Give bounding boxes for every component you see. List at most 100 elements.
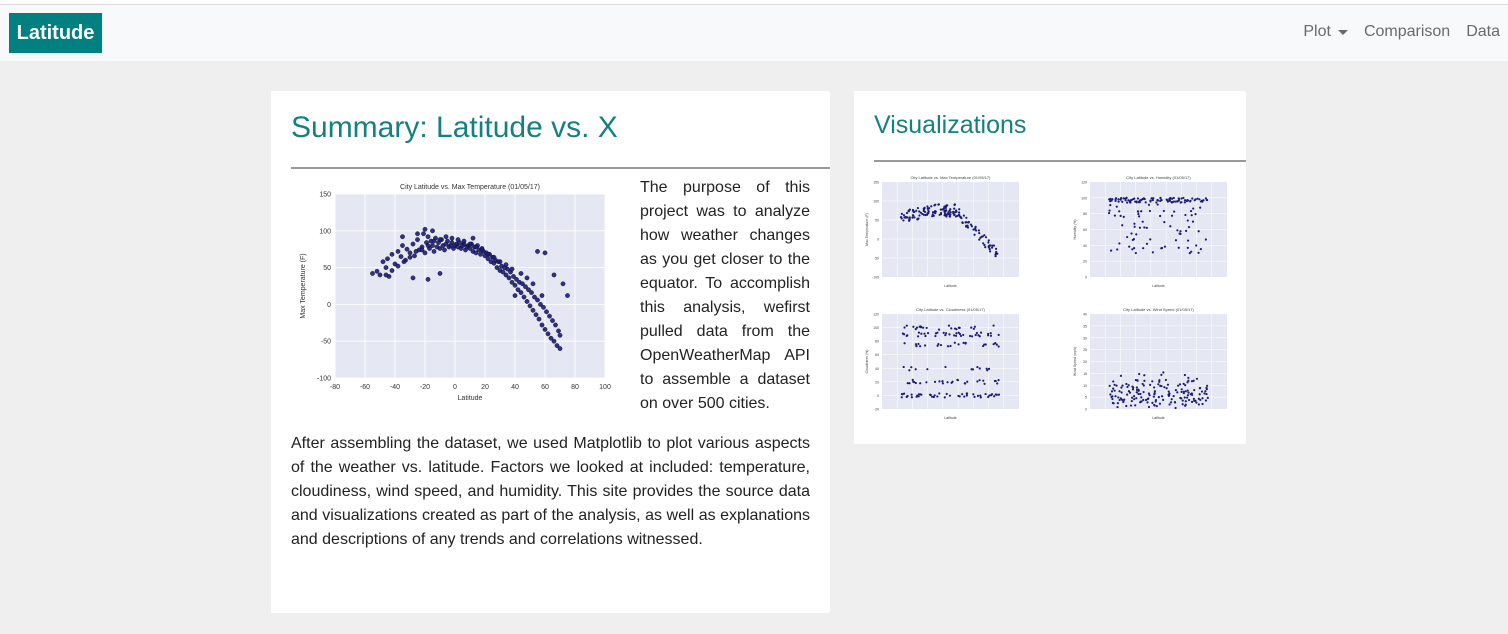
chart-data-point: [512, 282, 518, 288]
thumbnail-y-tick-label: 40: [1083, 244, 1087, 248]
thumbnail-data-point: [1186, 219, 1189, 222]
thumbnail-data-point: [931, 213, 934, 216]
thumbnail-data-point: [1184, 403, 1187, 406]
thumbnail-data-point: [914, 343, 918, 346]
thumbnail-data-point: [1121, 200, 1124, 203]
thumbnail-y-tick-label: 20: [875, 380, 879, 384]
chart-data-point: [437, 237, 443, 242]
thumbnail-data-point: [1163, 221, 1166, 224]
thumbnail-data-point: [974, 333, 977, 337]
chart-data-point: [529, 290, 534, 295]
thumbnail-x-axis-label: Latitude: [944, 284, 957, 288]
thumbnail-data-point: [910, 396, 913, 399]
thumbnail-data-point: [1201, 402, 1204, 406]
thumbnail-data-point: [1135, 391, 1138, 394]
thumbnail-data-point: [1168, 392, 1171, 395]
thumbnail-data-point: [942, 331, 945, 334]
thumbnail-data-point: [1186, 246, 1189, 249]
thumbnail-title: City Latitude vs. Wind Speed (01/05/17): [1123, 307, 1194, 312]
thumbnail-data-point: [1140, 396, 1143, 399]
thumbnail-data-point: [1134, 251, 1137, 255]
thumbnail-data-point: [1122, 400, 1125, 403]
thumbnail-data-point: [953, 213, 956, 216]
thumbnail-data-point: [900, 396, 903, 399]
thumbnail-data-point: [1181, 403, 1184, 406]
thumbnail-data-point: [1183, 201, 1186, 204]
nav-data-link[interactable]: Data: [1466, 23, 1500, 41]
thumbnail-data-point: [1168, 403, 1171, 406]
thumbnail-data-point: [1197, 251, 1200, 254]
thumbnail-data-point: [1204, 238, 1207, 241]
thumbnail-data-point: [1186, 239, 1190, 242]
thumbnail-data-point: [923, 210, 927, 214]
thumbnail-data-point: [1110, 395, 1113, 399]
thumbnail-data-point: [1206, 396, 1209, 399]
thumbnail-data-point: [965, 224, 968, 227]
thumbnail-data-point: [943, 396, 946, 399]
thumbnail-data-point: [1149, 383, 1152, 386]
thumbnail-data-point: [977, 229, 981, 232]
thumbnail-data-point: [1111, 198, 1114, 201]
thumbnail-data-point: [903, 342, 906, 345]
thumbnail-data-point: [1119, 374, 1123, 377]
thumbnail-data-point: [991, 244, 994, 247]
thumbnail-data-point: [1167, 394, 1171, 397]
thumbnail-data-point: [1109, 393, 1112, 396]
chart-data-point: [512, 293, 518, 298]
thumbnail-cloudiness: 120 100 80 60 40 20 0 -20 City Latitude vs. Clou…: [865, 307, 1019, 420]
thumbnail-data-point: [908, 369, 911, 372]
thumbnail-data-point: [1189, 200, 1192, 203]
thumbnail-data-point: [947, 324, 951, 327]
chart-title: City Latitude vs. Max Temperature (01/05…: [400, 184, 540, 191]
chart-data-point: [401, 259, 407, 265]
thumbnail-data-point: [1132, 394, 1136, 398]
thumbnail-data-point: [988, 244, 991, 247]
thumbnail-data-point: [1163, 245, 1167, 248]
chart-data-point: [535, 249, 540, 254]
thumbnail-data-point: [1160, 246, 1164, 250]
chart-y-tick-label: -50: [321, 339, 331, 346]
nav-plot-dropdown[interactable]: Plot: [1303, 23, 1348, 41]
nav-comparison-link[interactable]: Comparison: [1364, 23, 1450, 41]
thumbnail-data-point: [997, 379, 1000, 382]
thumbnail-data-point: [963, 382, 966, 385]
thumbnail-data-point: [1179, 201, 1182, 204]
thumbnail-data-point: [972, 393, 975, 396]
thumbnail-data-point: [977, 334, 980, 337]
thumbnail-data-point: [1137, 392, 1140, 395]
chart-data-point: [551, 338, 557, 344]
nav-plot-label: Plot: [1303, 23, 1331, 40]
thumbnail-y-tick-label: -50: [874, 257, 879, 261]
thumbnail-data-point: [1142, 247, 1145, 250]
thumbnail-data-point: [1107, 211, 1111, 215]
thumbnail-data-point: [1125, 404, 1128, 408]
thumbnail-data-point: [917, 335, 920, 338]
thumbnail-data-point: [923, 344, 927, 347]
thumbnail-data-point: [1191, 197, 1194, 200]
thumbnail-data-point: [1119, 198, 1122, 201]
thumbnail-y-tick-label: 0: [1085, 408, 1087, 412]
thumbnail-data-point: [1172, 394, 1175, 398]
nav-links: Plot Comparison Data: [1303, 23, 1500, 41]
thumbnail-data-point: [994, 247, 998, 251]
thumbnail-data-point: [1189, 210, 1193, 213]
thumbnail-data-point: [936, 395, 939, 398]
thumbnail-data-point: [1117, 198, 1120, 201]
thumbnail-data-point: [990, 246, 994, 249]
thumbnail-data-point: [1160, 395, 1164, 398]
thumbnail-data-point: [1170, 201, 1173, 204]
thumbnail-data-point: [1190, 400, 1194, 403]
thumbnail-data-point: [1143, 226, 1146, 229]
thumbnail-data-point: [970, 326, 973, 329]
chevron-down-icon: [1337, 30, 1348, 35]
chart-x-tick-label: 0: [453, 384, 457, 391]
brand-logo-button[interactable]: Latitude: [9, 13, 102, 53]
chart-x-tick-label: -40: [390, 384, 400, 391]
thumbnail-data-point: [1137, 215, 1141, 218]
chart-data-point: [470, 235, 476, 241]
thumbnail-data-point: [906, 394, 909, 398]
thumbnail-data-point: [1145, 242, 1149, 245]
chart-data-point: [524, 299, 530, 304]
thumbnail-data-point: [1110, 390, 1114, 393]
chart-data-point: [497, 259, 503, 265]
